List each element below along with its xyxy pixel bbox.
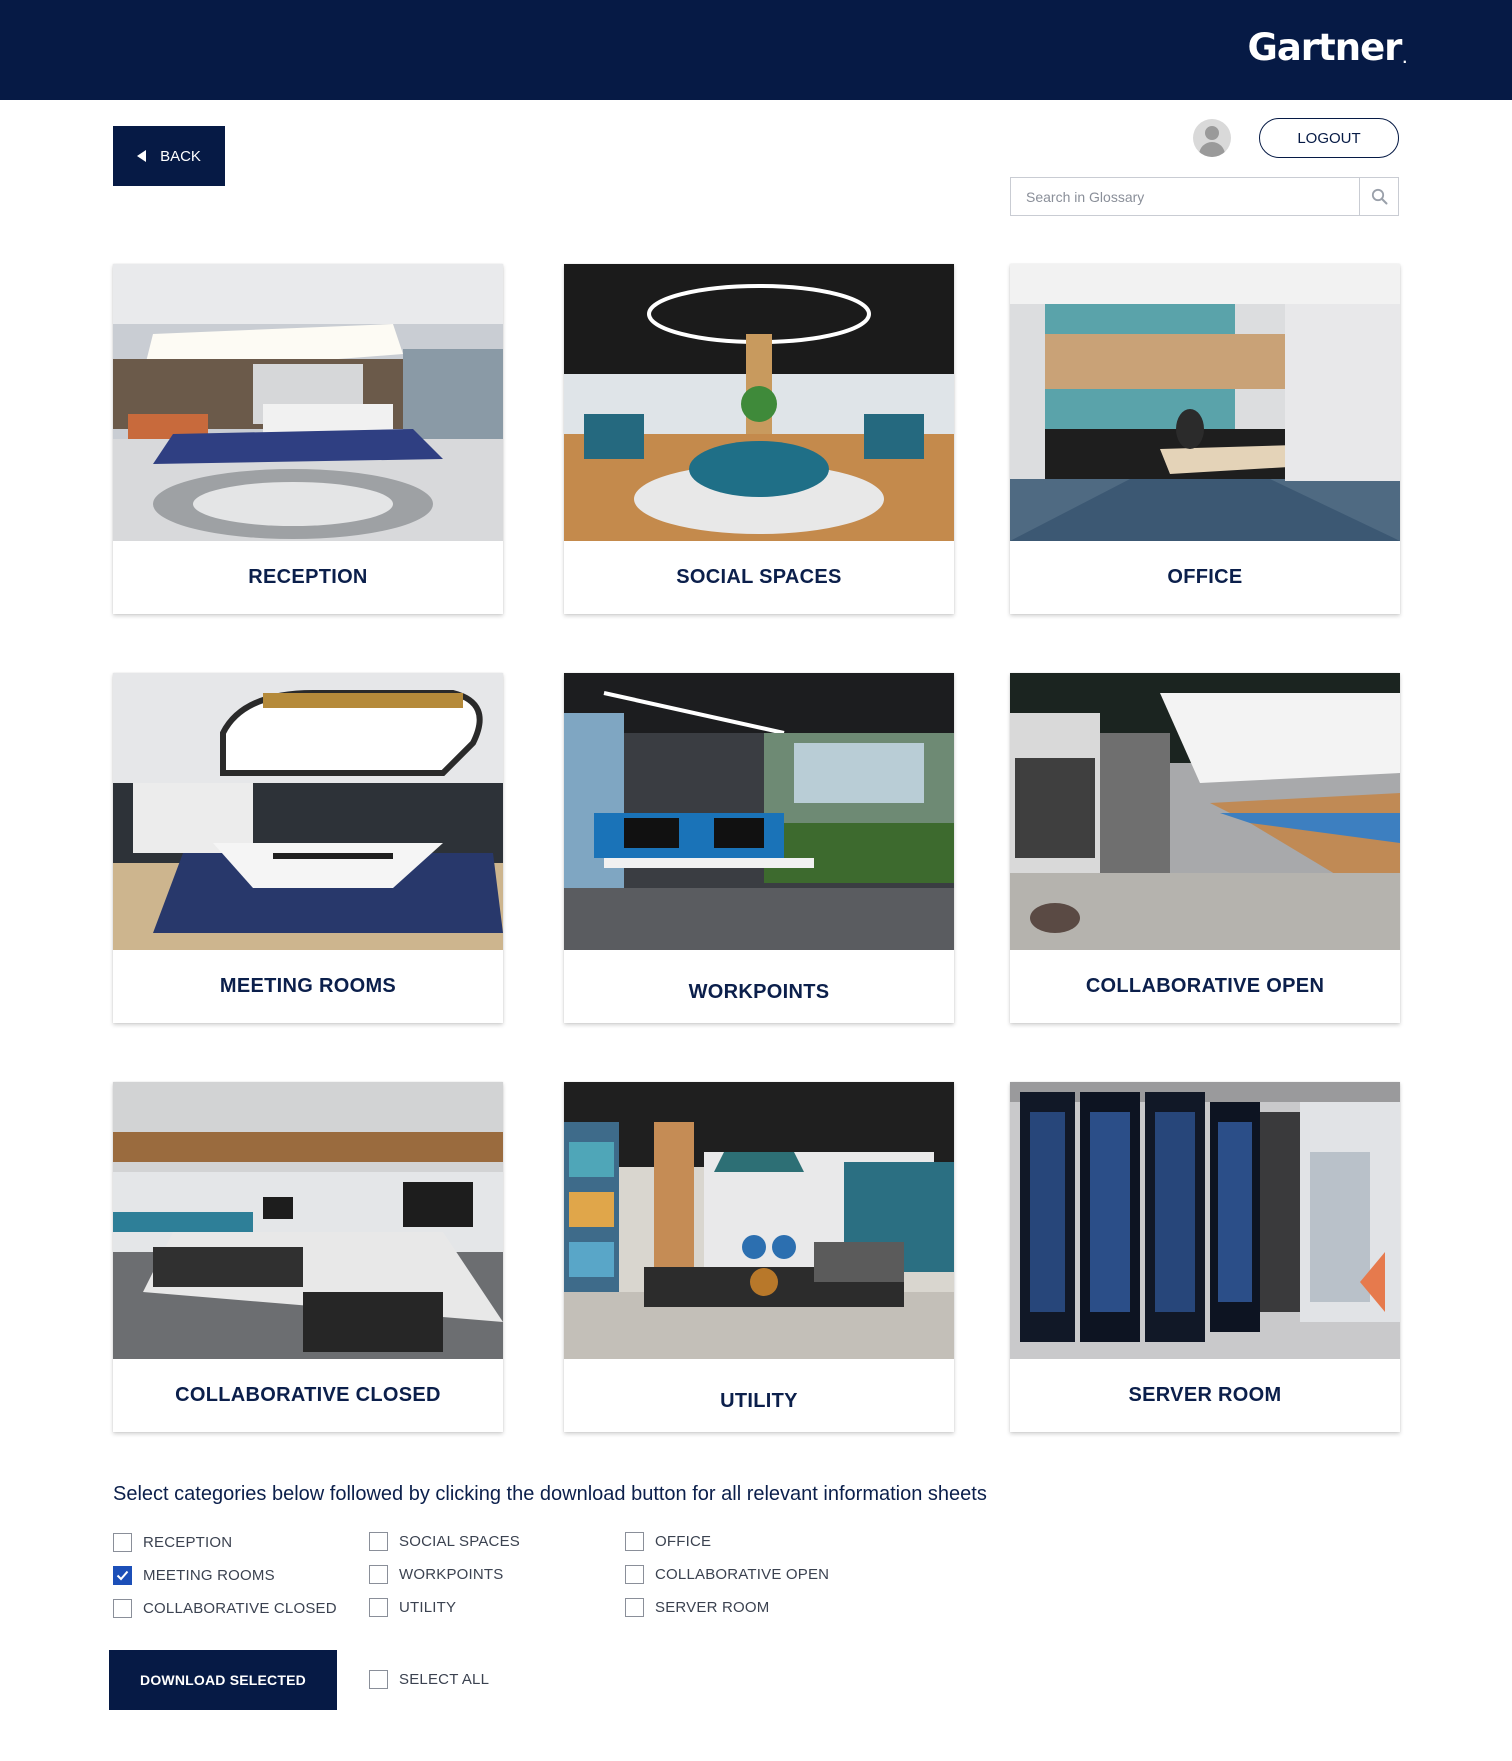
checkbox-utility[interactable]: UTILITY (369, 1598, 456, 1617)
checkbox-box[interactable] (625, 1598, 644, 1617)
office-photo (1010, 264, 1400, 541)
checkbox-social-spaces[interactable]: SOCIAL SPACES (369, 1532, 520, 1551)
workpoints-photo (564, 673, 954, 950)
search-input[interactable] (1011, 178, 1359, 215)
checkbox-reception[interactable]: RECEPTION (113, 1533, 232, 1552)
checkbox-office[interactable]: OFFICE (625, 1532, 711, 1551)
checkbox-server-room[interactable]: SERVER ROOM (625, 1598, 769, 1617)
reception-photo (113, 264, 503, 541)
checkbox-box[interactable] (113, 1599, 132, 1618)
category-card-label: RECEPTION (248, 566, 368, 588)
checkbox-collaborative-open[interactable]: COLLABORATIVE OPEN (625, 1565, 829, 1584)
category-card-label: COLLABORATIVE CLOSED (175, 1384, 441, 1406)
category-card-social-spaces[interactable]: SOCIAL SPACES (564, 264, 954, 614)
category-card-label: OFFICE (1167, 566, 1243, 588)
category-card-office[interactable]: OFFICE (1010, 264, 1400, 614)
checkbox-select-all[interactable]: SELECT ALL (369, 1670, 489, 1689)
checkbox-box[interactable] (369, 1565, 388, 1584)
checkbox-label: SOCIAL SPACES (399, 1533, 520, 1550)
checkbox-box[interactable] (369, 1670, 388, 1689)
search-icon (1371, 188, 1387, 205)
category-card-label: SOCIAL SPACES (676, 566, 842, 588)
avatar-body (1199, 142, 1225, 157)
checkbox-label: COLLABORATIVE OPEN (655, 1566, 830, 1583)
checkbox-label: WORKPOINTS (399, 1566, 504, 1583)
checkmark-icon (116, 1570, 129, 1581)
category-card-label: SERVER ROOM (1128, 1384, 1282, 1406)
category-card-reception[interactable]: RECEPTION (113, 264, 503, 614)
category-card-label: UTILITY (720, 1390, 798, 1412)
checkbox-label: SERVER ROOM (655, 1599, 770, 1616)
checkbox-box[interactable] (369, 1598, 388, 1617)
checkbox-label: COLLABORATIVE CLOSED (143, 1600, 337, 1617)
chevron-left-icon (137, 150, 147, 162)
category-card-collaborative-closed[interactable]: COLLABORATIVE CLOSED (113, 1082, 503, 1432)
checkbox-meeting-rooms[interactable]: MEETING ROOMS (113, 1566, 275, 1585)
avatar-head (1205, 126, 1219, 140)
server-room-photo (1010, 1082, 1400, 1359)
checkbox-workpoints[interactable]: WORKPOINTS (369, 1565, 504, 1584)
meeting-rooms-photo (113, 673, 503, 950)
checkbox-label: MEETING ROOMS (143, 1567, 275, 1584)
category-card-workpoints[interactable]: WORKPOINTS (564, 673, 954, 1023)
logo-text: Gartner (1247, 26, 1402, 69)
back-button[interactable]: BACK (113, 126, 225, 186)
checkbox-label: OFFICE (655, 1533, 712, 1550)
gartner-logo[interactable]: Gartner. (1247, 26, 1406, 69)
top-header-bar: Gartner. (0, 0, 1512, 100)
category-card-utility[interactable]: UTILITY (564, 1082, 954, 1432)
checkbox-box[interactable] (625, 1532, 644, 1551)
logout-button[interactable]: LOGOUT (1259, 118, 1399, 158)
utility-photo (564, 1082, 954, 1359)
category-card-meeting-rooms[interactable]: MEETING ROOMS (113, 673, 503, 1023)
checkbox-collaborative-closed[interactable]: COLLABORATIVE CLOSED (113, 1599, 337, 1618)
logo-dot: . (1402, 52, 1406, 66)
download-selected-button[interactable]: DOWNLOAD SELECTED (109, 1650, 337, 1710)
category-card-collaborative-open[interactable]: COLLABORATIVE OPEN (1010, 673, 1400, 1023)
checkbox-label: UTILITY (399, 1599, 457, 1616)
category-card-label: MEETING ROOMS (219, 975, 397, 997)
checkbox-box[interactable] (625, 1565, 644, 1584)
glossary-search (1010, 177, 1399, 216)
category-card-server-room[interactable]: SERVER ROOM (1010, 1082, 1400, 1432)
category-card-label: WORKPOINTS (688, 981, 830, 1003)
back-button-label: BACK (160, 147, 201, 165)
checkbox-label: RECEPTION (143, 1534, 233, 1551)
collaborative-closed-photo (113, 1082, 503, 1359)
checkbox-label: SELECT ALL (399, 1671, 490, 1688)
checkbox-box[interactable] (113, 1566, 132, 1585)
download-instructions: Select categories below followed by clic… (113, 1483, 987, 1505)
category-card-label: COLLABORATIVE OPEN (1085, 975, 1325, 997)
checkbox-box[interactable] (113, 1533, 132, 1552)
checkbox-box[interactable] (369, 1532, 388, 1551)
search-button[interactable] (1359, 178, 1398, 215)
social-spaces-photo (564, 264, 954, 541)
user-avatar-icon[interactable] (1193, 119, 1231, 157)
collaborative-open-photo (1010, 673, 1400, 950)
